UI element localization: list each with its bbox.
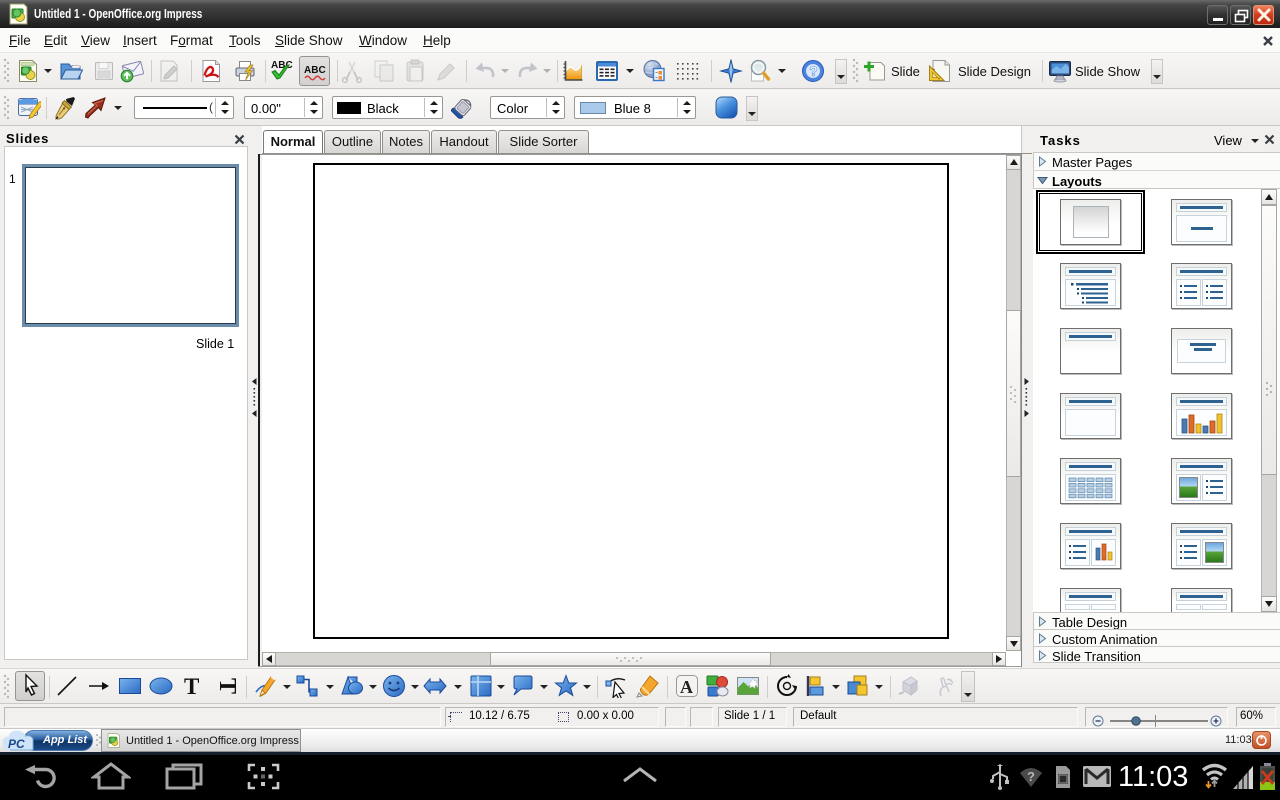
svg-text:?: ? — [1027, 769, 1035, 784]
svg-text:ABC: ABC — [271, 60, 293, 71]
svg-text:PC: PC — [8, 737, 25, 751]
svg-text:ABC: ABC — [304, 65, 326, 76]
svg-text:A: A — [680, 677, 693, 697]
svg-text:?: ? — [809, 63, 818, 79]
